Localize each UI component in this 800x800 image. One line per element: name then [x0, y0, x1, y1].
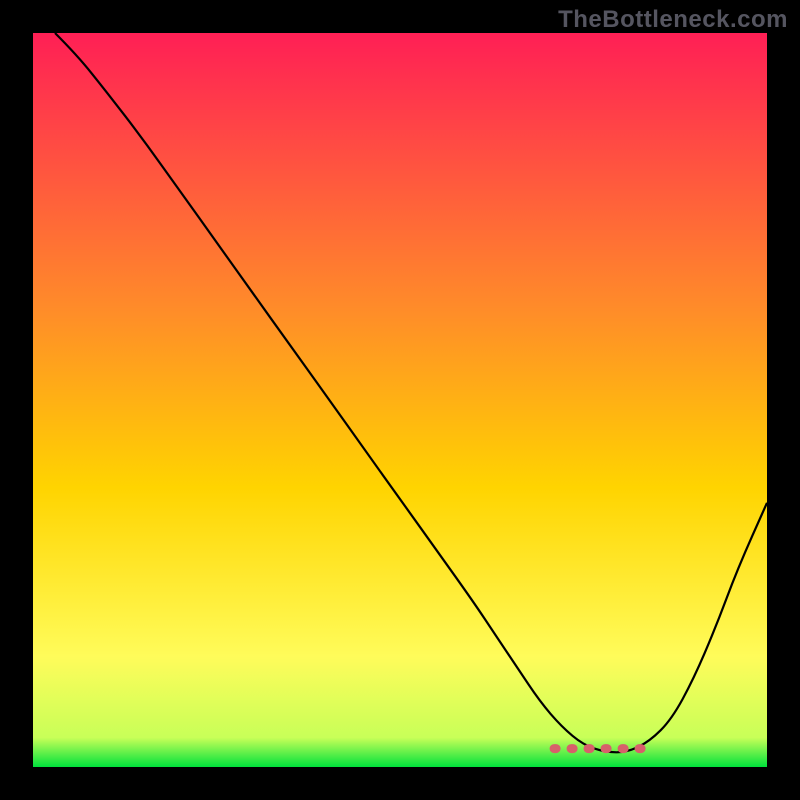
- plot-area: [33, 33, 767, 767]
- bottleneck-chart: TheBottleneck.com: [0, 0, 800, 800]
- watermark-text: TheBottleneck.com: [558, 6, 788, 34]
- chart-svg: [0, 0, 800, 800]
